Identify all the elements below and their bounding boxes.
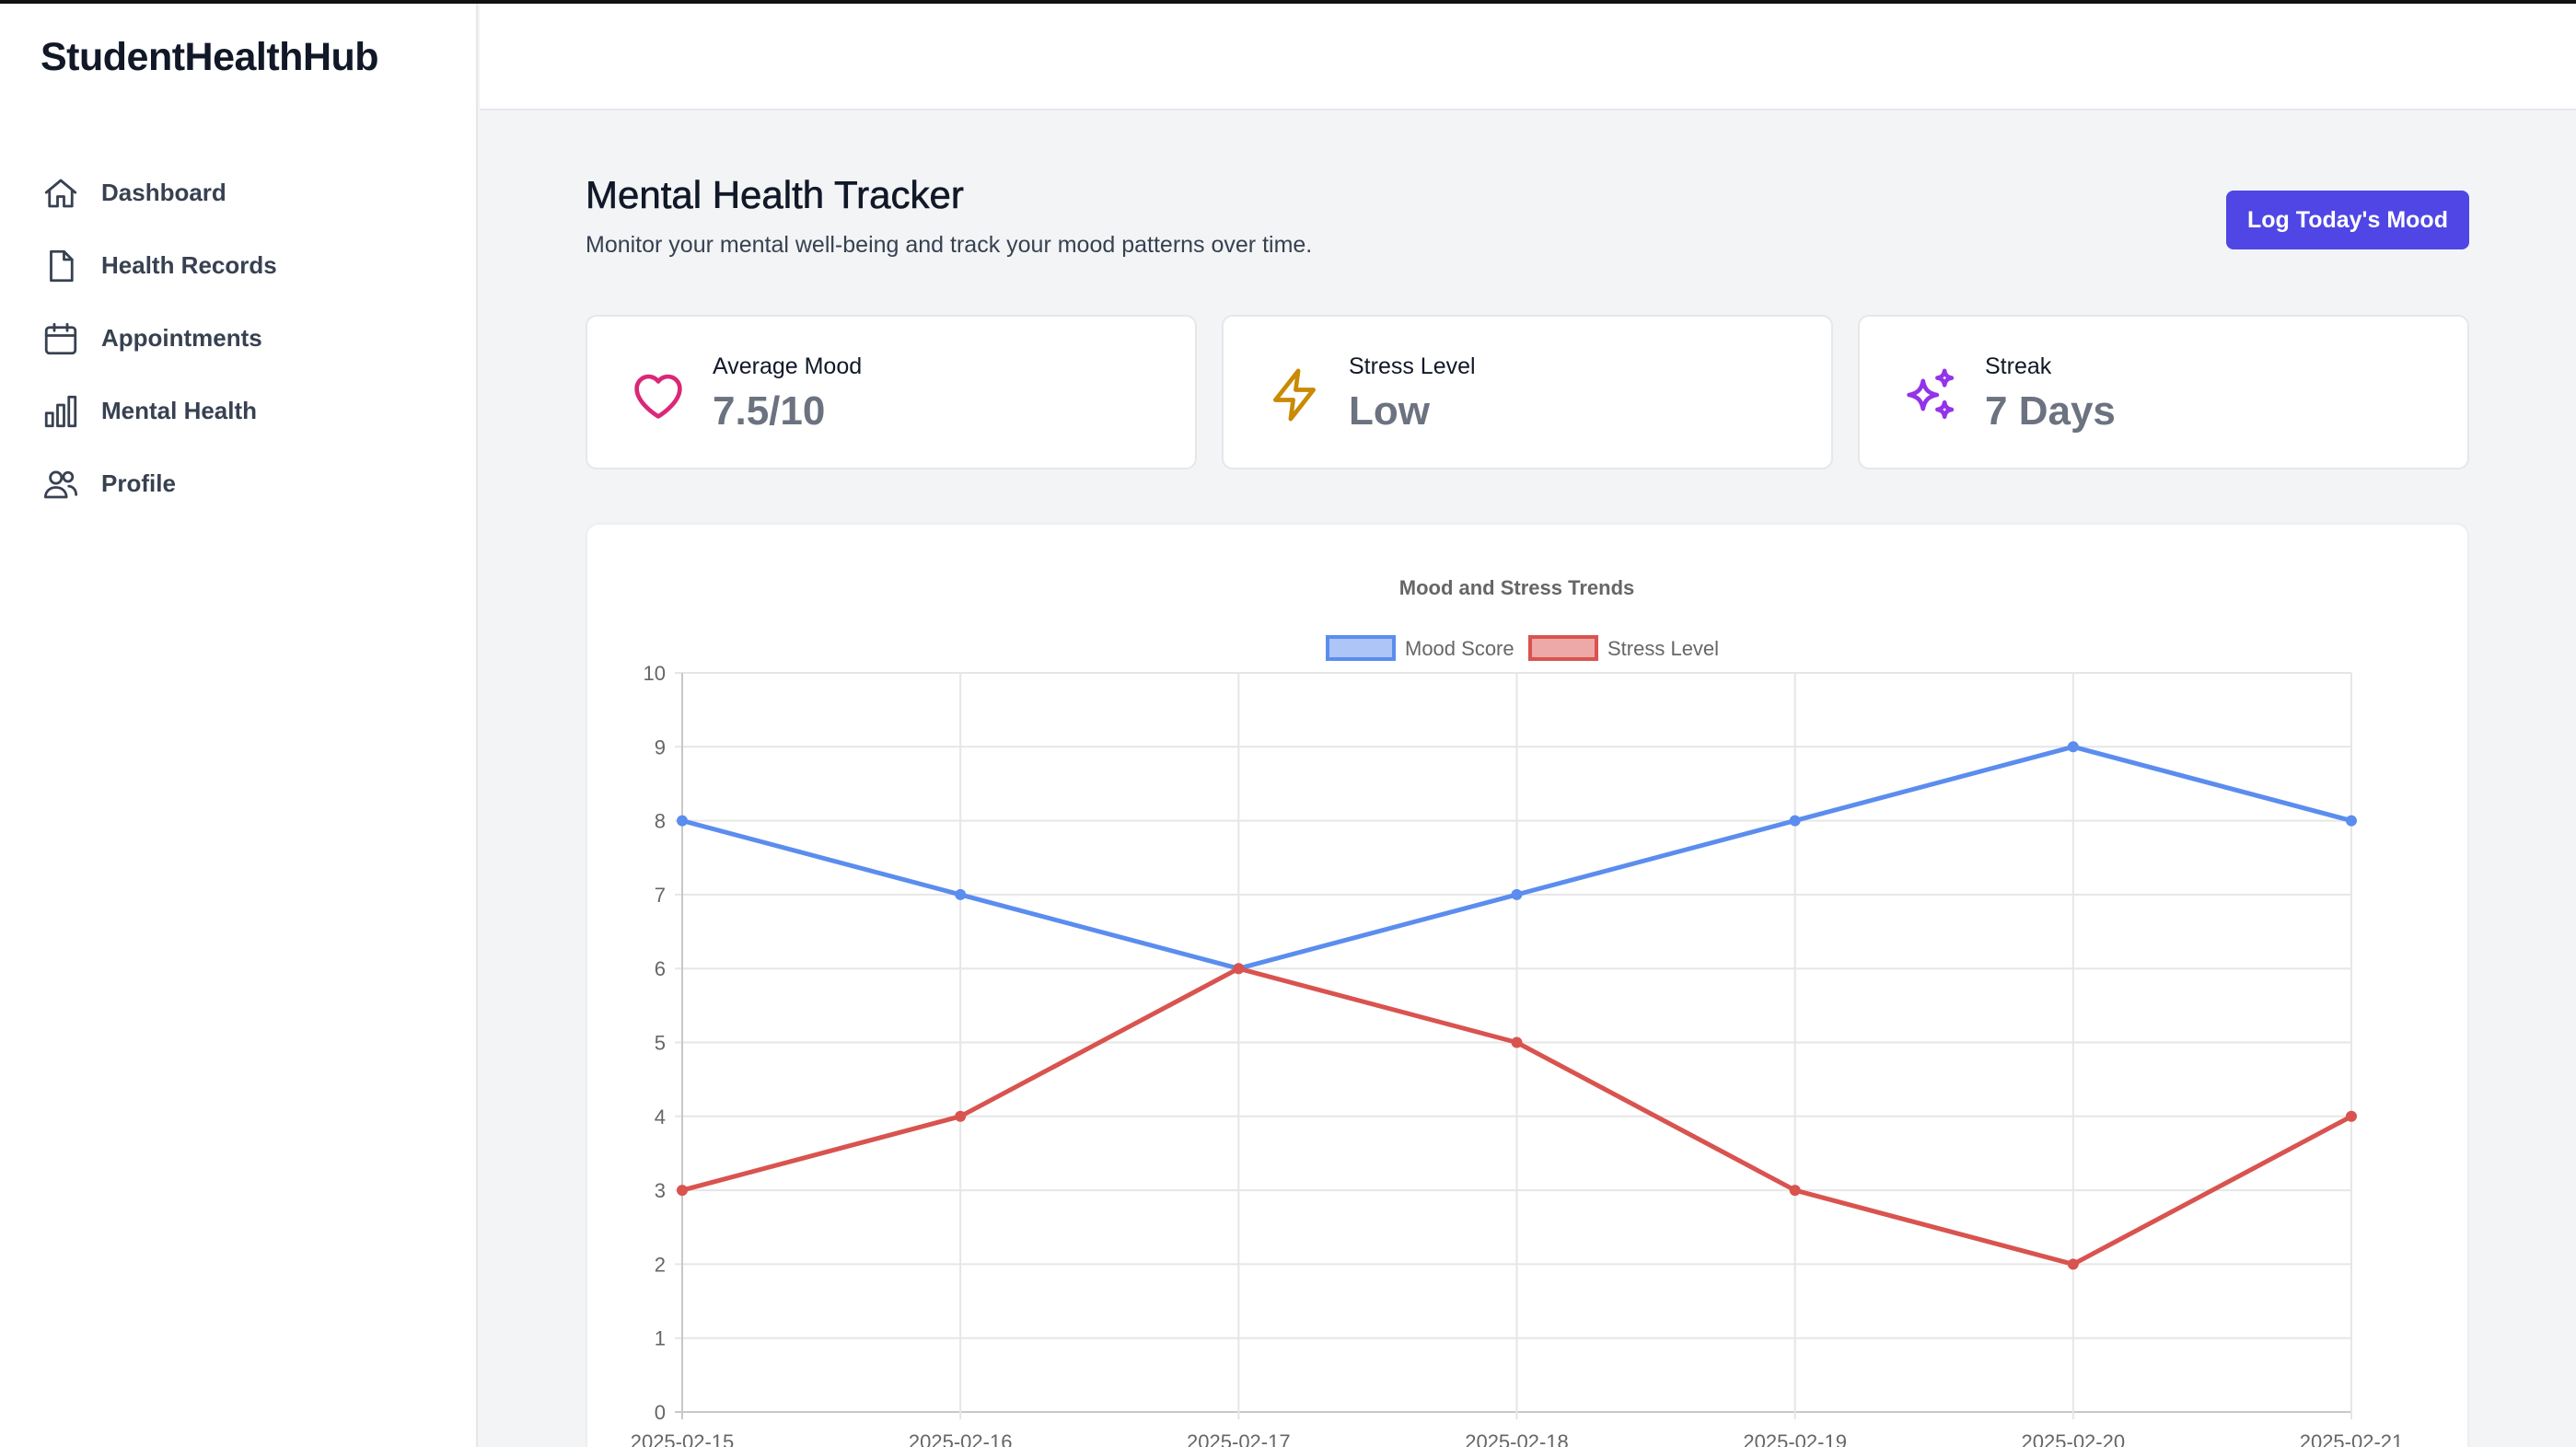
stat-value: 7 Days xyxy=(1985,388,2116,434)
sidebar-item-health-records[interactable]: Health Records xyxy=(41,229,277,302)
home-icon xyxy=(41,173,81,214)
legend-label-1: Stress Level xyxy=(1607,637,1719,660)
stat-value: 7.5/10 xyxy=(713,388,826,434)
y-tick-label: 3 xyxy=(655,1179,666,1202)
x-tick-label: 2025-02-17 xyxy=(1187,1430,1291,1447)
sidebar-item-appointments[interactable]: Appointments xyxy=(41,302,277,375)
sidebar-item-label: Profile xyxy=(101,469,176,497)
sidebar-item-label: Dashboard xyxy=(101,179,226,206)
stat-value: Low xyxy=(1349,388,1430,434)
sparkles-icon xyxy=(1900,365,1961,425)
legend-swatch-1 xyxy=(1528,635,1598,661)
stat-card-stress-level: Stress Level Low xyxy=(1222,315,1833,469)
calendar-icon xyxy=(41,318,81,359)
y-tick-label: 2 xyxy=(655,1253,666,1276)
data-point xyxy=(1511,888,1523,900)
page-title: Mental Health Tracker xyxy=(586,173,964,217)
stat-card-streak: Streak 7 Days xyxy=(1858,315,2469,469)
data-point xyxy=(1233,963,1245,975)
sidebar: StudentHealthHub Dashboard Health Record… xyxy=(0,4,478,1447)
stat-card-average-mood: Average Mood 7.5/10 xyxy=(586,315,1197,469)
data-point xyxy=(677,1185,688,1197)
sidebar-item-label: Health Records xyxy=(101,251,277,279)
legend-label-0: Mood Score xyxy=(1405,637,1514,660)
top-bar xyxy=(480,4,2576,110)
chart-title: Mood and Stress Trends xyxy=(1399,576,1635,599)
document-icon xyxy=(41,246,81,286)
log-mood-button[interactable]: Log Today's Mood xyxy=(2226,191,2469,249)
legend-swatch-0 xyxy=(1326,635,1396,661)
stat-label: Streak xyxy=(1985,353,2052,379)
stat-label: Average Mood xyxy=(713,353,863,379)
x-tick-label: 2025-02-18 xyxy=(1465,1430,1569,1447)
sidebar-item-profile[interactable]: Profile xyxy=(41,447,277,520)
bar-chart-icon xyxy=(41,391,81,432)
y-tick-label: 1 xyxy=(655,1327,666,1350)
mood-stress-chart-card: Mood and Stress Trends Mood Score Stress L… xyxy=(586,523,2469,1447)
mood-stress-line-chart: Mood and Stress Trends Mood Score Stress L… xyxy=(631,576,2404,1447)
users-icon xyxy=(41,464,81,504)
data-point xyxy=(2067,741,2079,753)
data-point xyxy=(677,815,688,827)
stat-label: Stress Level xyxy=(1349,353,1476,379)
x-tick-label: 2025-02-20 xyxy=(2022,1430,2126,1447)
y-tick-label: 5 xyxy=(655,1032,666,1055)
data-point xyxy=(2346,1110,2357,1122)
x-tick-label: 2025-02-21 xyxy=(2300,1430,2404,1447)
x-tick-label: 2025-02-15 xyxy=(631,1430,735,1447)
sidebar-item-label: Appointments xyxy=(101,324,262,352)
sidebar-item-dashboard[interactable]: Dashboard xyxy=(41,156,277,229)
sidebar-nav: Dashboard Health Records Appointments Me… xyxy=(41,156,277,520)
y-tick-label: 6 xyxy=(655,957,666,980)
data-point xyxy=(1789,815,1801,827)
y-tick-label: 9 xyxy=(655,735,666,758)
data-point xyxy=(1789,1185,1801,1197)
stats-cards: Average Mood 7.5/10 Stress Level Low Str… xyxy=(586,315,2469,469)
x-tick-label: 2025-02-16 xyxy=(909,1430,1013,1447)
data-point xyxy=(955,1110,967,1122)
sidebar-item-label: Mental Health xyxy=(101,397,258,424)
data-point xyxy=(2067,1258,2079,1270)
lightning-icon xyxy=(1264,365,1325,425)
y-tick-label: 0 xyxy=(655,1401,666,1424)
y-tick-label: 8 xyxy=(655,810,666,833)
data-point xyxy=(2346,815,2357,827)
data-point xyxy=(1511,1036,1523,1048)
y-tick-label: 10 xyxy=(644,662,666,685)
heart-icon xyxy=(628,365,689,425)
data-point xyxy=(955,888,967,900)
y-tick-label: 7 xyxy=(655,884,666,907)
sidebar-item-mental-health[interactable]: Mental Health xyxy=(41,375,277,447)
page-subtitle: Monitor your mental well-being and track… xyxy=(586,232,1313,258)
x-tick-label: 2025-02-19 xyxy=(1743,1430,1847,1447)
y-tick-label: 4 xyxy=(655,1106,666,1129)
brand-logo[interactable]: StudentHealthHub xyxy=(41,35,379,80)
